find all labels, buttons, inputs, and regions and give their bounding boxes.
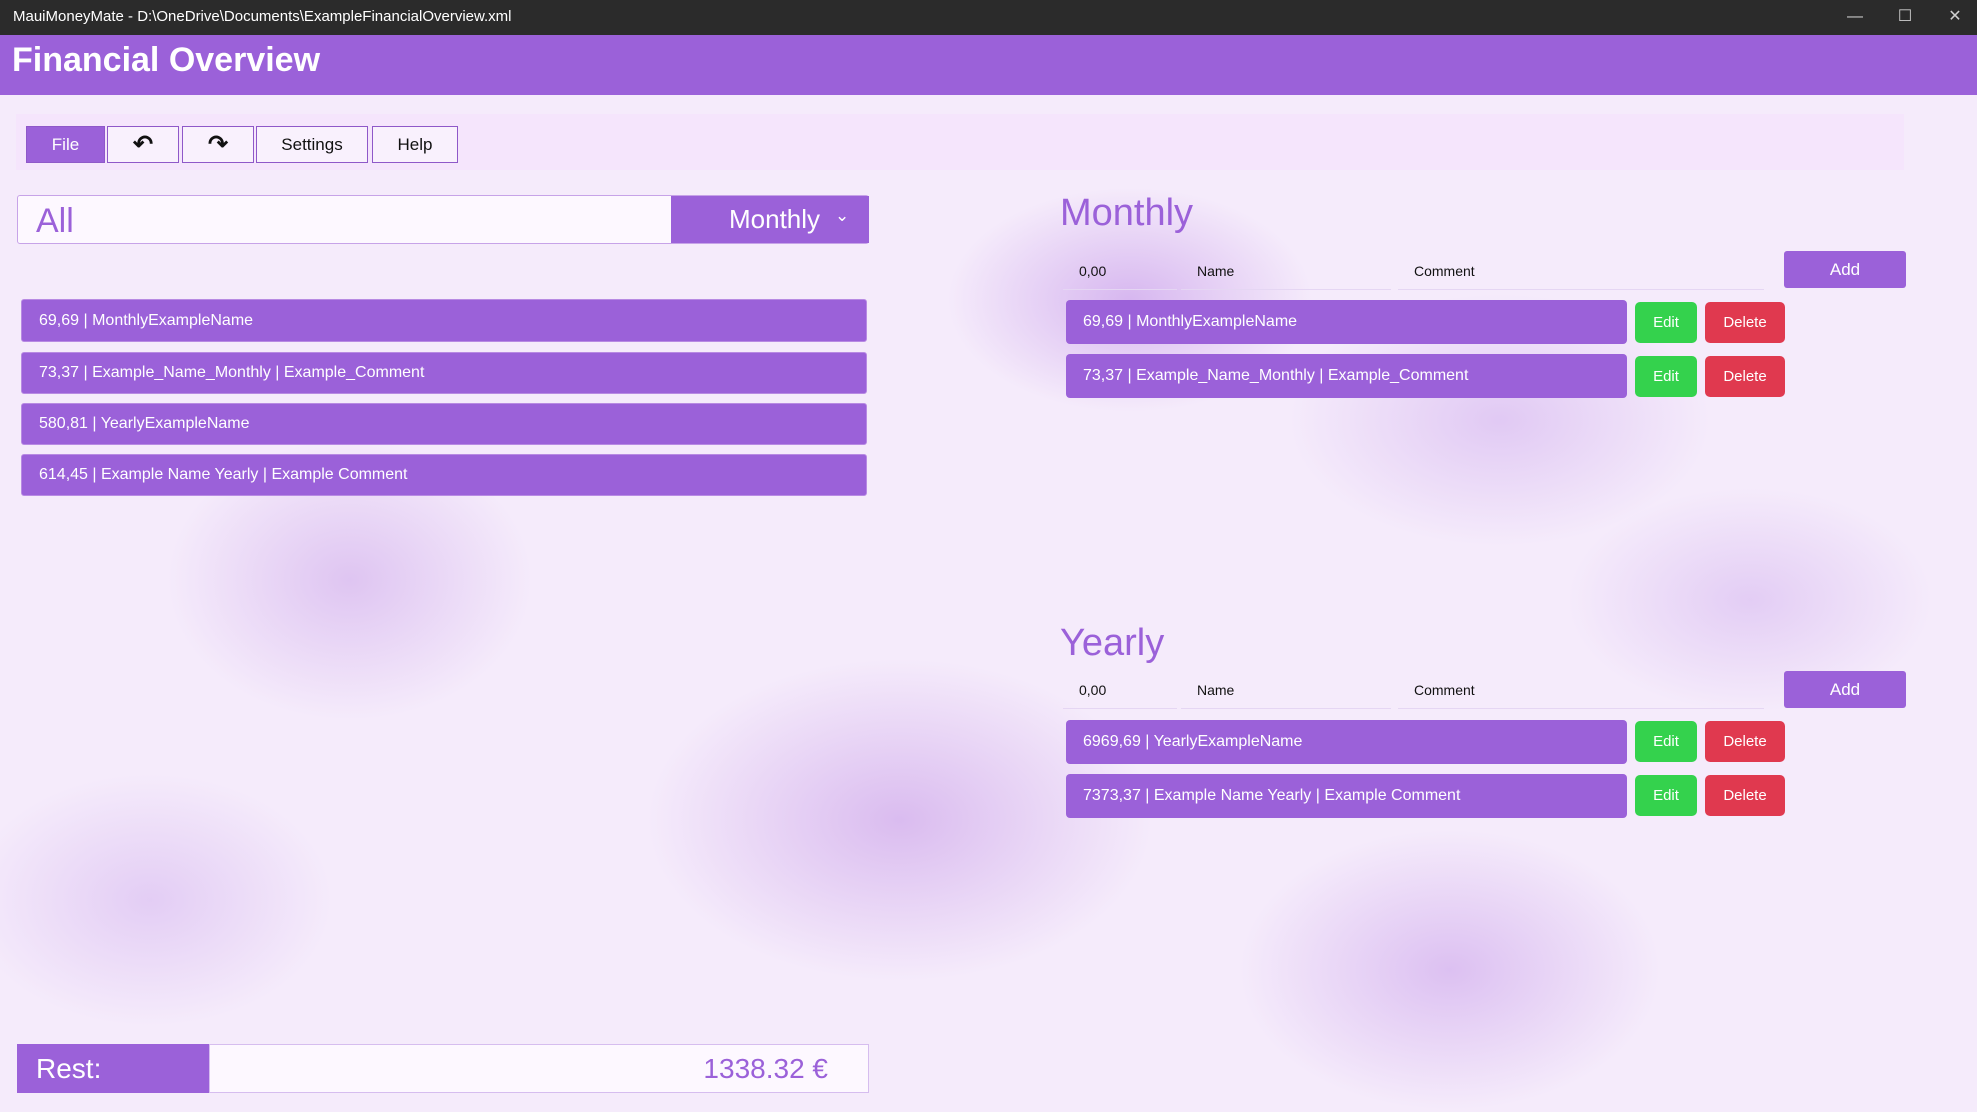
yearly-amount-input[interactable]: 0,00 — [1063, 671, 1177, 709]
monthly-edit-button[interactable]: Edit — [1635, 356, 1697, 397]
monthly-comment-input[interactable]: Comment — [1398, 252, 1764, 290]
help-button[interactable]: Help — [372, 126, 458, 163]
yearly-comment-input[interactable]: Comment — [1398, 671, 1764, 709]
monthly-delete-button[interactable]: Delete — [1705, 356, 1785, 397]
period-dropdown[interactable]: Monthly ⌄ — [671, 196, 869, 243]
rest-value: 1338.32 € — [209, 1044, 869, 1093]
list-item[interactable]: 69,69 | MonthlyExampleName — [21, 299, 867, 342]
filter-value: All — [36, 202, 74, 240]
settings-button[interactable]: Settings — [256, 126, 368, 163]
app-header: Financial Overview — [0, 35, 1977, 95]
yearly-entry[interactable]: 7373,37 | Example Name Yearly | Example … — [1066, 774, 1627, 818]
monthly-section-title: Monthly — [1060, 192, 1194, 234]
minimize-button[interactable]: — — [1835, 4, 1875, 30]
yearly-section-title: Yearly — [1060, 622, 1165, 664]
list-item[interactable]: 614,45 | Example Name Yearly | Example C… — [21, 454, 867, 496]
monthly-edit-button[interactable]: Edit — [1635, 302, 1697, 343]
yearly-edit-button[interactable]: Edit — [1635, 721, 1697, 762]
monthly-entry[interactable]: 69,69 | MonthlyExampleName — [1066, 300, 1627, 344]
monthly-entry[interactable]: 73,37 | Example_Name_Monthly | Example_C… — [1066, 354, 1627, 398]
redo-button[interactable]: ↷ — [182, 126, 254, 163]
yearly-edit-button[interactable]: Edit — [1635, 775, 1697, 816]
window-title-bar: MauiMoneyMate - D:\OneDrive\Documents\Ex… — [0, 0, 1977, 35]
yearly-add-button[interactable]: Add — [1784, 671, 1906, 708]
page-title: Financial Overview — [12, 41, 321, 79]
chevron-down-icon: ⌄ — [835, 206, 850, 225]
window-title: MauiMoneyMate - D:\OneDrive\Documents\Ex… — [13, 8, 512, 25]
close-button[interactable]: ✕ — [1935, 4, 1975, 30]
yearly-entry[interactable]: 6969,69 | YearlyExampleName — [1066, 720, 1627, 764]
undo-icon: ↶ — [132, 131, 154, 158]
rest-label: Rest: — [17, 1044, 210, 1093]
monthly-amount-input[interactable]: 0,00 — [1063, 252, 1177, 290]
monthly-name-input[interactable]: Name — [1181, 252, 1391, 290]
toolbar: File ↶ ↷ Settings Help — [16, 114, 1904, 170]
list-item[interactable]: 73,37 | Example_Name_Monthly | Example_C… — [21, 352, 867, 394]
yearly-delete-button[interactable]: Delete — [1705, 775, 1785, 816]
undo-button[interactable]: ↶ — [107, 126, 179, 163]
filter-input[interactable]: All Monthly ⌄ — [17, 195, 869, 244]
yearly-name-input[interactable]: Name — [1181, 671, 1391, 709]
yearly-delete-button[interactable]: Delete — [1705, 721, 1785, 762]
redo-icon: ↷ — [207, 131, 229, 158]
period-selected-label: Monthly — [729, 204, 821, 234]
list-item[interactable]: 580,81 | YearlyExampleName — [21, 403, 867, 445]
monthly-delete-button[interactable]: Delete — [1705, 302, 1785, 343]
monthly-add-button[interactable]: Add — [1784, 251, 1906, 288]
maximize-button[interactable]: ☐ — [1885, 4, 1925, 30]
file-button[interactable]: File — [26, 126, 105, 163]
